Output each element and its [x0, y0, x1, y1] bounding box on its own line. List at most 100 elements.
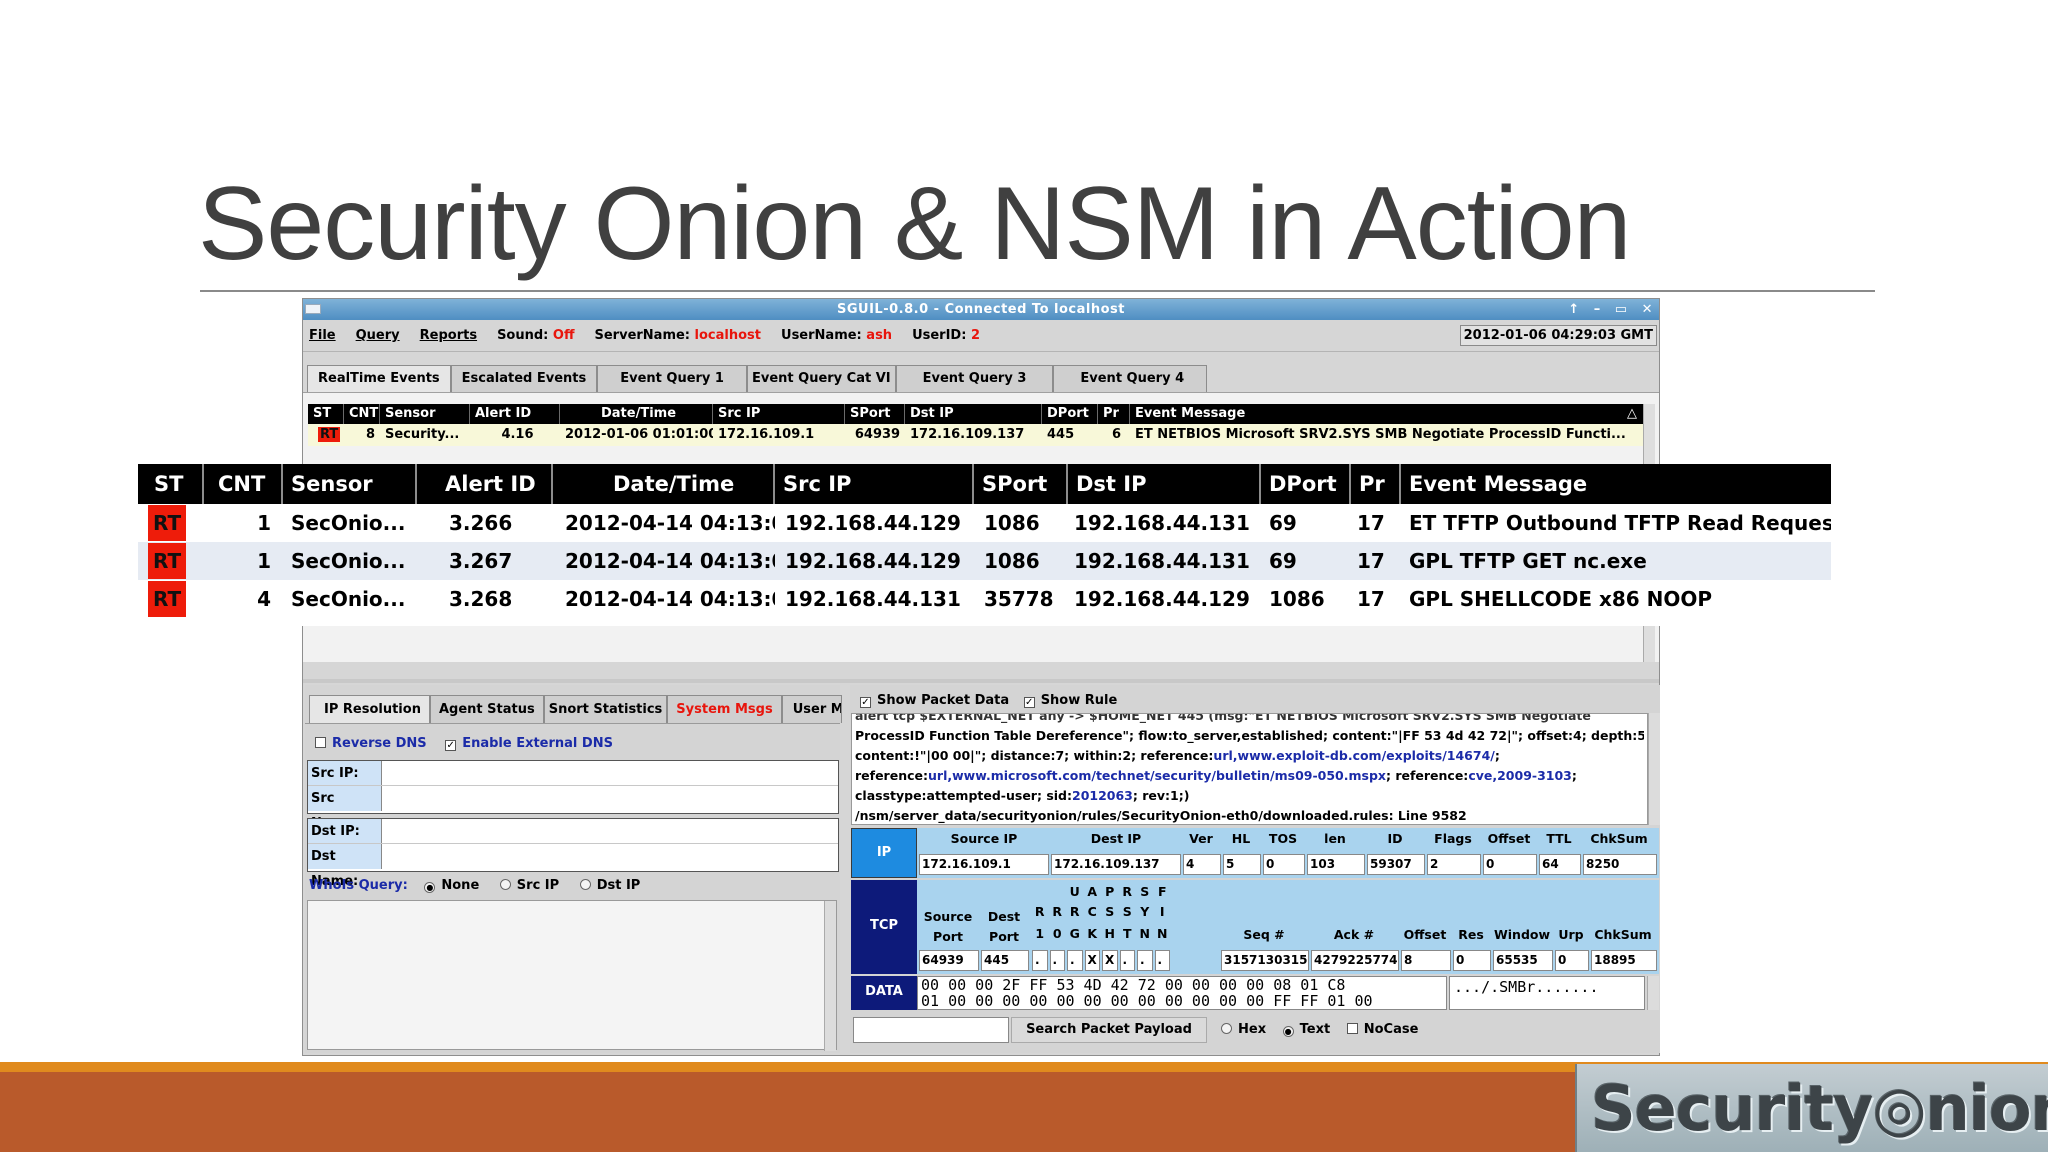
text-label: Text [1299, 1022, 1331, 1037]
dst-name-field[interactable] [382, 844, 838, 869]
tab-system-msgs[interactable]: System Msgs [667, 695, 782, 723]
zoom-col-st[interactable]: ST [138, 464, 204, 504]
external-dns-checkbox[interactable]: ✓ [445, 740, 457, 751]
tab-event-query-cat-vi[interactable]: Event Query Cat VI [746, 365, 896, 392]
table-row[interactable]: RT 4 SecOnio... 3.268 2012-04-14 04:13:03 192… [138, 580, 1831, 618]
menu-query[interactable]: Query [356, 328, 400, 343]
rule-scrollbar[interactable] [1648, 713, 1660, 825]
ip-ver-value[interactable]: 4 [1183, 854, 1221, 875]
payload-hex[interactable]: 00 00 00 2F FF 53 4D 42 72 00 00 00 00 0… [917, 976, 1447, 1010]
nocase-checkbox[interactable] [1346, 1023, 1358, 1034]
hex-radio[interactable] [1221, 1023, 1232, 1034]
col-sensor[interactable]: Sensor [380, 404, 470, 424]
window-close-icon[interactable]: ✕ [1642, 299, 1653, 320]
zoom-col-pr[interactable]: Pr [1351, 464, 1401, 504]
tcp-flag-value-7[interactable]: . [1154, 950, 1170, 971]
col-sport[interactable]: SPort [845, 404, 905, 424]
search-payload-button[interactable]: Search Packet Payload [1011, 1017, 1207, 1043]
col-pr[interactable]: Pr [1098, 404, 1130, 424]
tab-agent-status[interactable]: Agent Status [429, 695, 544, 723]
tab-escalated-events[interactable]: Escalated Events [450, 365, 598, 392]
tcp-flag-value-5[interactable]: . [1119, 950, 1135, 971]
window-menu-icon[interactable] [305, 304, 321, 314]
zoom-col-cnt[interactable]: CNT [204, 464, 283, 504]
payload-ascii[interactable]: .../.SMBr....... [1449, 976, 1645, 1010]
tcp-urp-value[interactable]: 0 [1555, 950, 1589, 971]
col-dst-ip[interactable]: Dst IP [905, 404, 1042, 424]
window-up-icon[interactable]: ↑ [1568, 299, 1579, 320]
tab-event-query-4[interactable]: Event Query 4 [1053, 365, 1208, 392]
tcp-hdr-res: Res [1458, 927, 1484, 942]
tcp-window-value[interactable]: 65535 [1493, 950, 1553, 971]
tab-ip-resolution[interactable]: IP Resolution [309, 695, 430, 723]
text-radio[interactable]: ● [1282, 1026, 1294, 1037]
col-cnt[interactable]: CNT [344, 404, 380, 424]
tab-event-query-1[interactable]: Event Query 1 [597, 365, 747, 392]
col-src-ip[interactable]: Src IP [713, 404, 845, 424]
zoom-col-sensor[interactable]: Sensor [283, 464, 417, 504]
tcp-src-port-value[interactable]: 64939 [919, 950, 979, 971]
ip-dest-value[interactable]: 172.16.109.137 [1051, 854, 1181, 875]
zoom-col-src-ip[interactable]: Src IP [775, 464, 974, 504]
col-st[interactable]: ST [308, 404, 344, 424]
ip-chksum-value[interactable]: 8250 [1583, 854, 1657, 875]
whois-none-radio[interactable]: ● [424, 882, 436, 893]
tcp-ack-value[interactable]: 4279225774 [1311, 950, 1399, 971]
menu-file[interactable]: File [309, 328, 336, 343]
payload-scrollbar[interactable] [1647, 976, 1659, 1010]
tab-snort-statistics[interactable]: Snort Statistics [543, 695, 668, 723]
whois-src-radio[interactable] [499, 879, 511, 890]
search-input[interactable] [853, 1017, 1009, 1043]
zoom-col-datetime[interactable]: Date/Time [553, 464, 775, 504]
src-name-field[interactable] [382, 786, 838, 811]
col-dport[interactable]: DPort [1042, 404, 1098, 424]
ip-source-value[interactable]: 172.16.109.1 [919, 854, 1049, 875]
zoom-col-dport[interactable]: DPort [1261, 464, 1351, 504]
whois-dst-radio[interactable] [579, 879, 591, 890]
src-ip-field[interactable] [382, 761, 838, 785]
tcp-chksum-value[interactable]: 18895 [1591, 950, 1657, 971]
ip-tos-value[interactable]: 0 [1263, 854, 1305, 875]
table-row[interactable]: RT 1 SecOnio... 3.267 2012-04-14 04:13:03 192… [138, 542, 1831, 580]
tab-user-msgs[interactable]: User Mi [781, 695, 842, 723]
tcp-dst-port-value[interactable]: 445 [981, 950, 1029, 971]
ip-ttl-value[interactable]: 64 [1539, 854, 1581, 875]
show-packet-checkbox[interactable]: ✓ [860, 697, 871, 708]
tcp-offset-value[interactable]: 8 [1401, 950, 1451, 971]
window-minimize-icon[interactable]: – [1594, 299, 1601, 320]
col-datetime[interactable]: Date/Time [560, 404, 713, 424]
whois-output[interactable] [307, 900, 837, 1051]
show-rule-checkbox[interactable]: ✓ [1023, 697, 1035, 708]
ip-id-value[interactable]: 59307 [1367, 854, 1425, 875]
zoom-col-sport[interactable]: SPort [974, 464, 1068, 504]
whois-scrollbar[interactable] [824, 901, 836, 1051]
tcp-seq-value[interactable]: 3157130315 [1221, 950, 1309, 971]
ip-flags-value[interactable]: 2 [1427, 854, 1481, 875]
zoom-col-dst-ip[interactable]: Dst IP [1068, 464, 1261, 504]
tcp-flag-value-6[interactable]: . [1137, 950, 1153, 971]
zoom-col-event-message[interactable]: Event Message [1401, 464, 1831, 504]
zoom-col-alert-id[interactable]: Alert ID [417, 464, 553, 504]
ip-offset-value[interactable]: 0 [1483, 854, 1537, 875]
ip-hl-value[interactable]: 5 [1223, 854, 1261, 875]
tcp-flag-value-1[interactable]: . [1049, 950, 1065, 971]
col-alert-id[interactable]: Alert ID [470, 404, 560, 424]
tcp-flag-value-3[interactable]: X [1084, 950, 1100, 971]
window-titlebar[interactable]: SGUIL-0.8.0 - Connected To localhost ↑ –… [303, 299, 1659, 320]
reverse-dns-checkbox[interactable] [315, 737, 326, 748]
tcp-flag-value-0[interactable]: . [1032, 950, 1048, 971]
rule-text[interactable]: alert tcp $EXTERNAL_NET any -> $HOME_NET… [851, 713, 1648, 825]
table-row[interactable]: RT 8 Security... 4.16 2012-01-06 01:01:0… [308, 424, 1643, 446]
menu-reports[interactable]: Reports [420, 328, 477, 343]
tcp-flag-value-2[interactable]: . [1067, 950, 1083, 971]
tab-realtime-events[interactable]: RealTime Events [307, 365, 451, 392]
tcp-flag-value-4[interactable]: X [1102, 950, 1118, 971]
tab-event-query-3[interactable]: Event Query 3 [895, 365, 1054, 392]
window-maximize-icon[interactable]: ▭ [1615, 299, 1628, 320]
col-event-message[interactable]: Event Message △ [1130, 404, 1643, 424]
pane-splitter[interactable] [303, 679, 1659, 683]
table-row[interactable]: RT 1 SecOnio... 3.266 2012-04-14 04:13:03 192… [138, 504, 1831, 542]
dst-ip-field[interactable] [382, 819, 838, 843]
ip-len-value[interactable]: 103 [1307, 854, 1365, 875]
tcp-res-value[interactable]: 0 [1453, 950, 1491, 971]
